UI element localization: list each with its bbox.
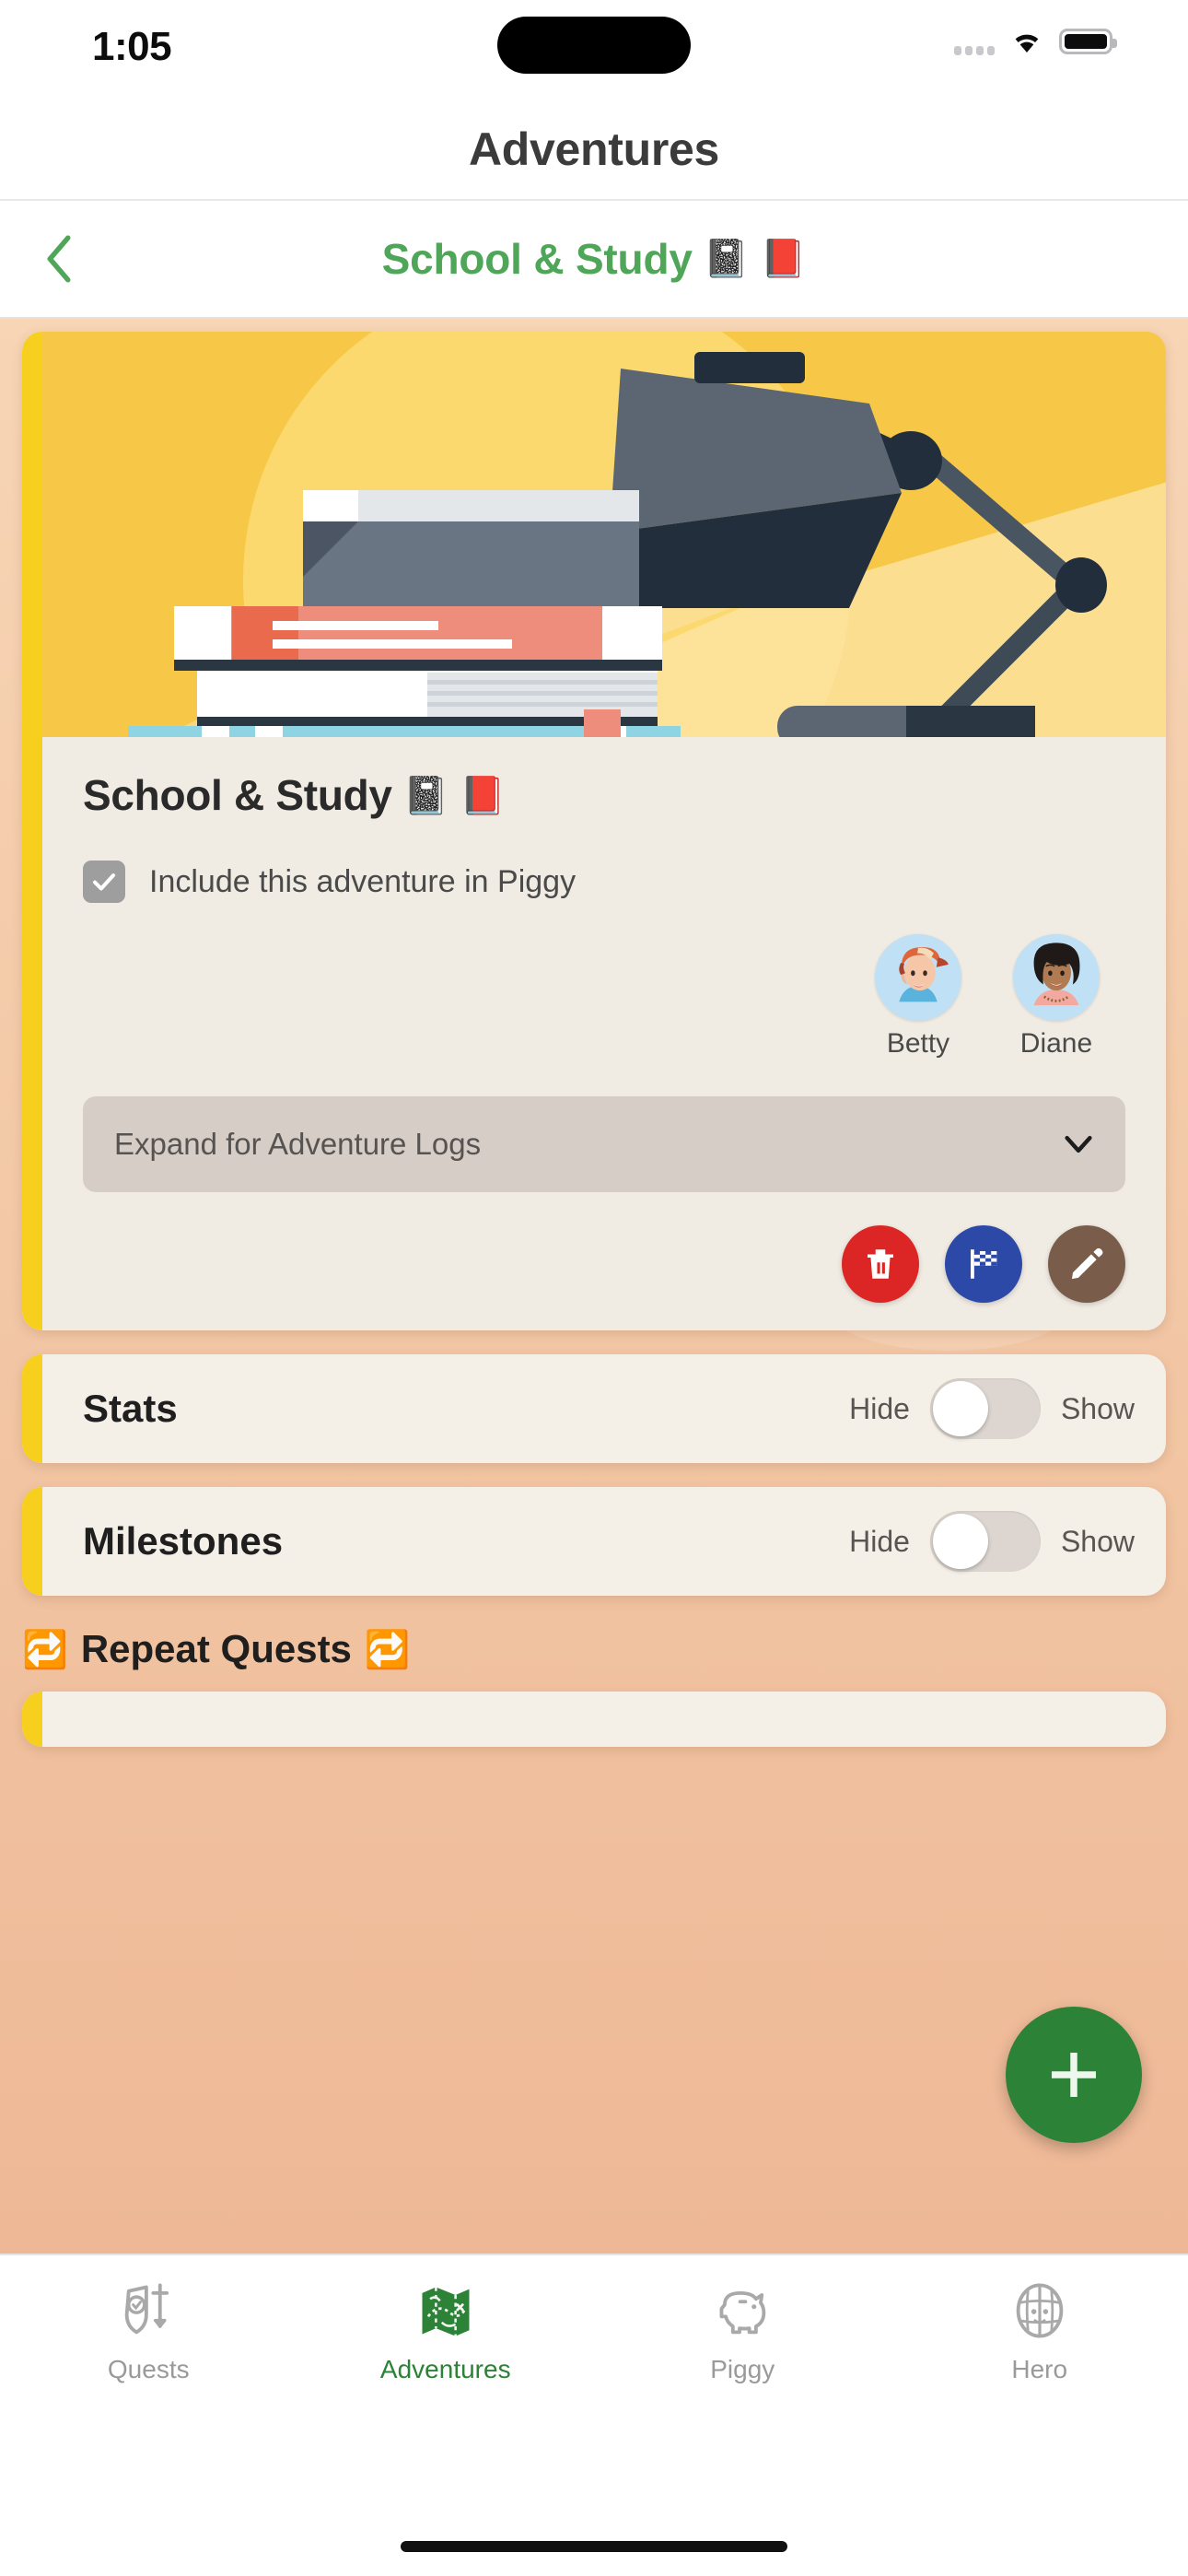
member-avatar-list: Betty Diane <box>83 934 1125 1060</box>
wifi-icon <box>1015 34 1039 53</box>
tab-label: Adventures <box>379 2355 511 2383</box>
page-title: Adventures <box>468 123 720 175</box>
book-icon: 📕 <box>760 239 807 279</box>
toggle-knob <box>932 1514 988 1569</box>
delete-button[interactable] <box>842 1225 919 1303</box>
chevron-down-icon <box>1065 1135 1092 1153</box>
tab-label: Quests <box>107 2355 190 2383</box>
card-accent-bar <box>22 1487 42 1596</box>
member-diane[interactable]: Diane <box>1002 934 1111 1060</box>
battery-icon <box>1059 29 1117 54</box>
include-in-piggy-row[interactable]: Include this adventure in Piggy <box>83 861 1125 903</box>
main-scroll-area[interactable]: School & Study 📓 📕 Include this adventur… <box>0 319 1188 2254</box>
card-accent-bar <box>22 332 42 1330</box>
back-button[interactable] <box>13 201 105 317</box>
trash-icon <box>868 1249 893 1279</box>
tab-hero[interactable]: Hero <box>891 2279 1188 2384</box>
adventure-name-title: School & Study <box>381 235 693 283</box>
stats-section-card[interactable]: Stats Hide Show <box>22 1354 1166 1463</box>
desk-lamp-books-illustration <box>42 332 1166 737</box>
avatar <box>1013 934 1100 1021</box>
sub-header-title-group: School & Study 📓 📕 <box>0 234 1188 284</box>
piggy-bank-icon <box>719 2290 766 2335</box>
avatar <box>875 934 961 1021</box>
notebook-icon: 📓 <box>402 775 449 816</box>
member-name: Betty <box>886 1028 950 1059</box>
member-betty[interactable]: Betty <box>864 934 973 1060</box>
tab-label: Hero <box>1011 2355 1068 2383</box>
adventure-card-body: School & Study 📓 📕 Include this adventur… <box>22 737 1166 1330</box>
repeat-icon: 🔁 <box>364 1629 411 1670</box>
adventure-title-text: School & Study <box>83 771 392 819</box>
notebook-icon: 📓 <box>703 239 750 279</box>
tab-quests[interactable]: Quests <box>0 2279 297 2384</box>
checkered-flag-icon <box>971 1249 997 1279</box>
cellular-signal-icon <box>954 28 995 55</box>
adventure-sub-header: School & Study 📓 📕 <box>0 201 1188 319</box>
helmet-icon <box>1016 2283 1064 2338</box>
repeat-icon: 🔁 <box>22 1629 68 1670</box>
adventure-detail-card: School & Study 📓 📕 Include this adventur… <box>22 332 1166 1330</box>
milestones-visibility-toggle[interactable] <box>929 1511 1041 1572</box>
member-name: Diane <box>1019 1028 1093 1059</box>
repeat-quests-header: 🔁 Repeat Quests 🔁 <box>22 1627 1188 1671</box>
edit-button[interactable] <box>1048 1225 1125 1303</box>
status-time: 1:05 <box>92 24 172 69</box>
repeat-quests-card[interactable] <box>22 1692 1166 1747</box>
plus-icon <box>1052 2053 1096 2097</box>
expand-label: Expand for Adventure Logs <box>114 1127 482 1161</box>
app-title-bar: Adventures <box>0 100 1188 201</box>
adventure-card-title: School & Study 📓 📕 <box>83 770 1125 820</box>
adventure-action-buttons <box>83 1225 1125 1303</box>
add-button[interactable] <box>1006 2007 1142 2143</box>
stats-hide-label: Hide <box>849 1391 910 1425</box>
tab-adventures[interactable]: Adventures <box>297 2279 595 2384</box>
status-indicators <box>954 28 1117 55</box>
stats-visibility-toggle[interactable] <box>929 1378 1041 1439</box>
tab-piggy[interactable]: Piggy <box>594 2279 891 2384</box>
dynamic-island <box>497 17 691 74</box>
pencil-icon <box>1071 1247 1103 1280</box>
toggle-knob <box>932 1381 988 1436</box>
finish-button[interactable] <box>945 1225 1022 1303</box>
repeat-quests-title: Repeat Quests <box>80 1627 352 1670</box>
book-icon: 📕 <box>460 775 506 816</box>
include-in-piggy-checkbox[interactable] <box>83 861 125 903</box>
milestones-show-label: Show <box>1060 1524 1135 1558</box>
milestones-section-card[interactable]: Milestones Hide Show <box>22 1487 1166 1596</box>
shield-sword-icon <box>124 2283 169 2335</box>
card-accent-bar <box>22 1692 42 1747</box>
chevron-left-icon <box>47 235 71 283</box>
home-indicator <box>401 2541 787 2552</box>
check-icon <box>93 873 115 891</box>
bottom-tab-bar: Quests Adventures Piggy Hero <box>0 2254 1188 2576</box>
milestones-hide-label: Hide <box>849 1524 910 1558</box>
status-bar: 1:05 <box>0 0 1188 100</box>
card-accent-bar <box>22 1354 42 1463</box>
tab-label: Piggy <box>710 2355 775 2383</box>
milestones-title: Milestones <box>83 1519 284 1563</box>
stats-title: Stats <box>83 1387 178 1430</box>
expand-adventure-logs-button[interactable]: Expand for Adventure Logs <box>83 1096 1125 1192</box>
map-icon <box>422 2287 470 2336</box>
stats-show-label: Show <box>1060 1391 1135 1425</box>
include-in-piggy-label: Include this adventure in Piggy <box>149 863 577 899</box>
